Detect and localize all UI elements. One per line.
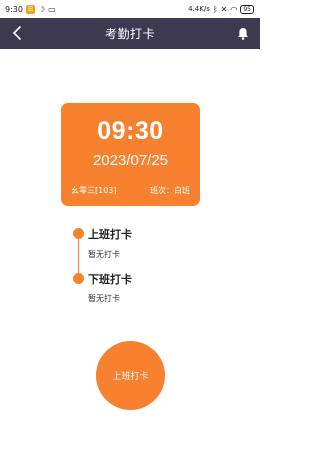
timeline-dot-check-in [73,228,84,239]
battery-icon: 95 [240,4,254,14]
notifications-button[interactable] [235,25,251,41]
moon-icon: ☽ [37,4,46,14]
nav-bar: 考勤打卡 [0,18,260,49]
sim-icon: ✕ [220,4,228,14]
app-notification-icon: ☰ [25,4,35,14]
status-bar-right: 4.4K/s ᛒ ✕ ◠ 95 [188,4,254,14]
clock-card: 09:30 2023/07/25 幺零三[103] 班次：白班 [61,103,200,206]
current-date: 2023/07/25 [92,152,169,169]
check-in-title: 上班打卡 [88,228,132,241]
check-in-status: 暂无打卡 [88,250,120,259]
punch-in-button[interactable]: 上班打卡 [96,341,165,410]
screen-icon: ▭ [48,4,56,14]
bell-icon [238,27,248,40]
employee-name: 幺零三[103] [71,186,117,195]
punch-in-button-label: 上班打卡 [112,372,149,382]
check-out-title: 下班打卡 [88,273,132,286]
shift-info: 班次：白班 [150,186,190,195]
status-bar: 9:30 ☰ ☽ ▭ 4.4K/s ᛒ ✕ ◠ 95 [0,0,260,18]
page-title: 考勤打卡 [104,27,155,41]
network-speed: 4.4K/s [188,5,210,13]
timeline-dot-check-out [73,273,84,284]
status-time: 9:30 [5,4,23,14]
wifi-icon: ◠ [230,4,238,14]
current-time: 09:30 [97,117,164,145]
bluetooth-icon: ᛒ [212,4,218,14]
status-bar-left: 9:30 ☰ ☽ ▭ [5,4,56,14]
timeline-connector [78,234,79,278]
chevron-left-icon [13,26,21,40]
back-button[interactable] [9,25,25,41]
check-out-status: 暂无打卡 [88,294,120,303]
